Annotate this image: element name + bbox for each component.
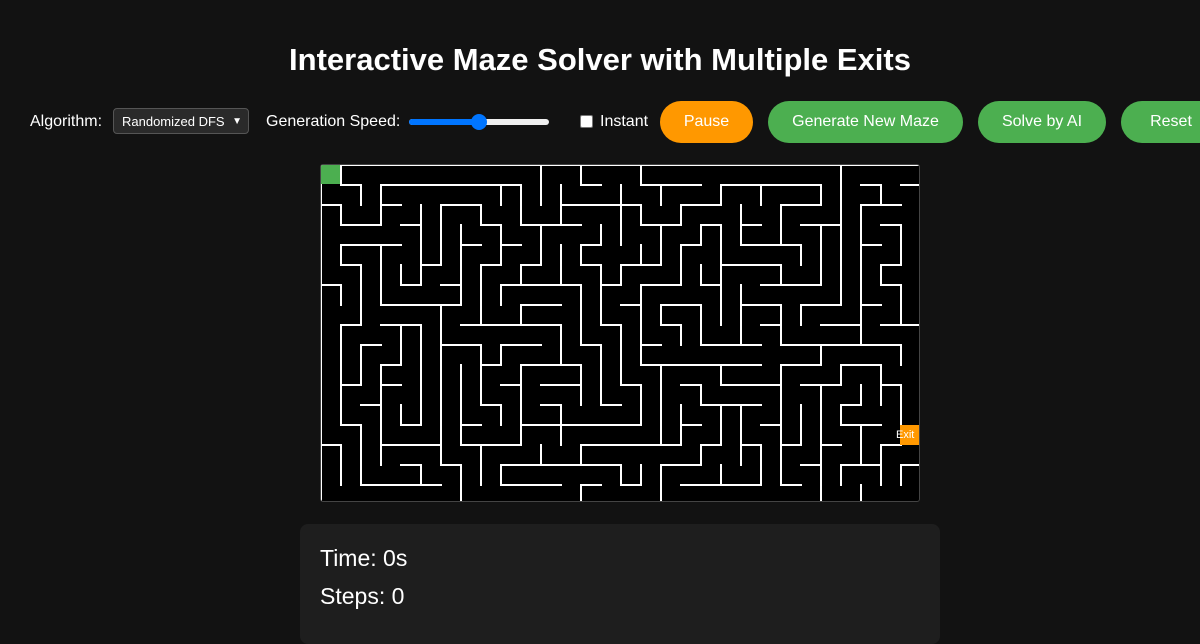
control-bar: Algorithm: Randomized DFS ▼ Generation S… — [0, 100, 1200, 144]
maze-exit-label: Exit — [896, 429, 915, 441]
instant-checkbox[interactable] — [580, 115, 593, 128]
page-title: Interactive Maze Solver with Multiple Ex… — [289, 42, 911, 77]
slider-thumb[interactable] — [471, 114, 487, 130]
maze-start-cell — [321, 165, 340, 184]
instant-label: Instant — [600, 113, 649, 130]
steps-stat: Steps: 0 — [320, 583, 405, 609]
maze-walls — [321, 165, 919, 501]
reset-button[interactable]: Reset — [1121, 101, 1200, 143]
algorithm-select[interactable]: Randomized DFS ▼ — [113, 108, 249, 134]
algorithm-label: Algorithm: — [30, 113, 103, 130]
speed-label: Generation Speed: — [266, 113, 401, 130]
pause-button[interactable]: Pause — [660, 101, 753, 143]
slider-fill — [409, 119, 479, 125]
time-stat: Time: 0s — [320, 545, 408, 571]
speed-slider[interactable] — [409, 114, 549, 130]
algorithm-select-value: Randomized DFS — [122, 114, 225, 129]
stats-panel: Time: 0s Steps: 0 — [300, 524, 940, 644]
generate-maze-button[interactable]: Generate New Maze — [768, 101, 963, 143]
solve-by-ai-button[interactable]: Solve by AI — [978, 101, 1106, 143]
maze-canvas[interactable]: Exit — [320, 164, 920, 502]
chevron-down-icon: ▼ — [232, 116, 242, 127]
